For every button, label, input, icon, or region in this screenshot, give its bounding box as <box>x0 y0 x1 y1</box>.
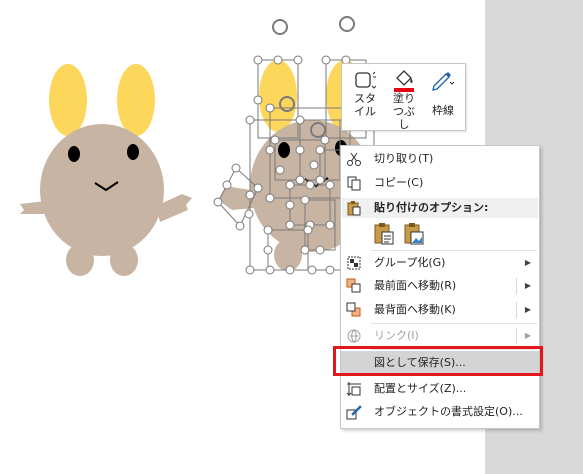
shape-style-icon <box>355 71 377 89</box>
paste-as-picture-icon[interactable] <box>403 222 425 246</box>
chevron-right-icon: ▶ <box>524 258 531 267</box>
menu-item-copy[interactable]: コピー(C) <box>341 172 539 194</box>
menu-separator <box>371 250 537 251</box>
slide-canvas[interactable]: スタイル 塗りつぶし 枠線 切り取り(T) コピー(C) 貼り付けのオプション:… <box>0 0 583 474</box>
paint-bucket-icon <box>394 70 414 92</box>
menu-item-format-object[interactable]: オブジェクトの書式設定(O)... <box>341 401 539 423</box>
menu-item-group[interactable]: グループ化(G) ▶ <box>341 252 539 274</box>
paste-options-header: 貼り付けのオプション: <box>342 198 538 218</box>
chevron-right-icon: ▶ <box>524 331 531 340</box>
fill-button[interactable]: 塗りつぶし <box>386 66 422 131</box>
paste-icon <box>347 201 361 216</box>
pen-outline-icon <box>432 72 455 91</box>
copy-icon <box>347 176 361 191</box>
paste-keep-text-icon[interactable] <box>373 222 395 246</box>
outline-button[interactable]: 枠線 <box>424 66 462 128</box>
menu-item-cut[interactable]: 切り取り(T) <box>341 148 539 170</box>
chevron-right-icon: ▶ <box>524 305 531 314</box>
bring-to-front-icon <box>346 278 361 293</box>
paste-option-buttons <box>373 222 433 246</box>
chevron-right-icon: ▶ <box>524 281 531 290</box>
highlight-annotation-box <box>333 346 543 376</box>
mini-toolbar: スタイル 塗りつぶし 枠線 <box>341 63 466 131</box>
menu-item-bring-to-front[interactable]: 最前面へ移動(R) ▶ <box>341 275 539 297</box>
menu-item-send-to-back[interactable]: 最背面へ移動(K) ▶ <box>341 299 539 321</box>
link-icon <box>347 329 361 343</box>
context-menu: 切り取り(T) コピー(C) 貼り付けのオプション: グループ化(G) ▶ 最前… <box>340 145 540 429</box>
menu-separator <box>371 323 537 324</box>
format-object-icon <box>346 405 362 420</box>
style-label: スタイル <box>354 92 376 118</box>
style-button[interactable]: スタイル <box>345 66 385 128</box>
group-icon <box>347 256 361 270</box>
menu-item-link: リンク(I) ▶ <box>341 325 539 347</box>
scissors-icon <box>347 152 361 166</box>
size-position-icon <box>346 382 361 396</box>
outline-label: 枠線 <box>432 104 454 117</box>
fill-label: 塗りつぶし <box>393 92 415 131</box>
send-to-back-icon <box>346 302 361 317</box>
menu-item-size-and-position[interactable]: 配置とサイズ(Z)... <box>341 378 539 400</box>
